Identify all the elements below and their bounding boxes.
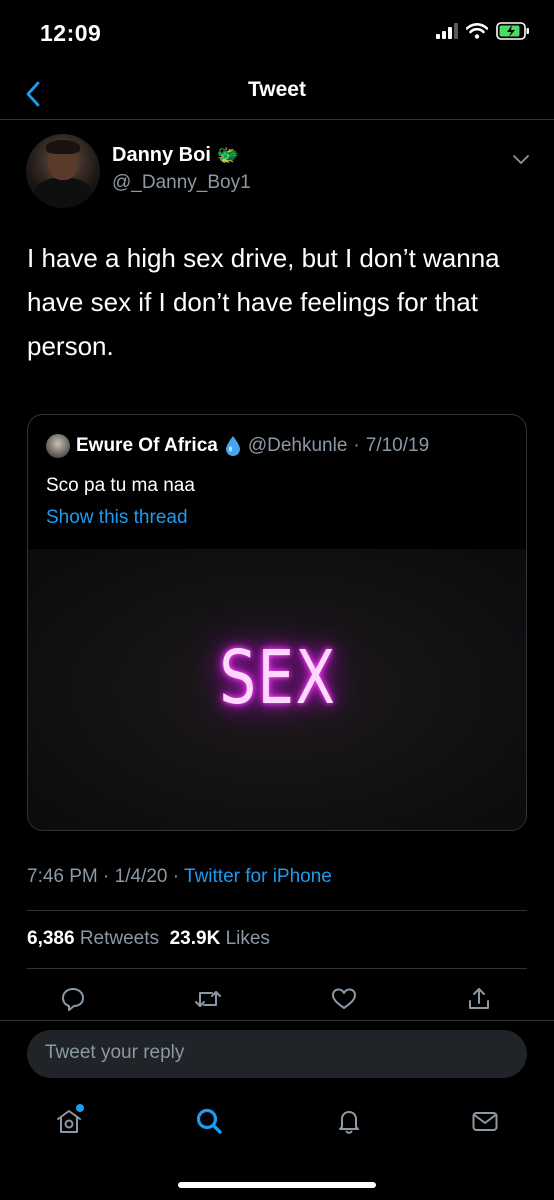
quoted-media-image[interactable]: SEX	[28, 549, 526, 830]
tab-search[interactable]	[192, 1104, 226, 1138]
quoted-author-name: Ewure Of Africa	[76, 435, 218, 456]
navigation-header: Tweet	[0, 68, 554, 120]
share-button[interactable]	[464, 984, 494, 1014]
avatar[interactable]	[26, 134, 100, 208]
retweets-label: Retweets	[79, 928, 160, 949]
tweet-date: 1/4/20	[114, 866, 168, 887]
divider	[27, 910, 527, 911]
chevron-down-icon	[513, 155, 529, 164]
tweet-text: I have a high sex drive, but I don’t wan…	[27, 243, 500, 361]
page-title: Tweet	[248, 78, 306, 101]
meta-separator: ·	[172, 866, 185, 887]
tweet-meta: 7:46 PM · 1/4/20 · Twitter for iPhone	[27, 866, 332, 888]
quoted-separator: ·	[353, 435, 360, 456]
likes-count: 23.9K	[169, 928, 221, 949]
reply-placeholder: Tweet your reply	[45, 1042, 185, 1063]
author-name-text: Danny Boi	[112, 144, 211, 166]
retweet-button[interactable]	[193, 984, 223, 1014]
quoted-author-handle: @Dehkunle	[247, 435, 348, 456]
droplet-icon	[225, 436, 240, 456]
divider	[27, 968, 527, 969]
author-handle[interactable]: @_Danny_Boy1	[112, 172, 251, 194]
home-indicator[interactable]	[178, 1182, 376, 1188]
like-button[interactable]	[329, 984, 359, 1014]
divider	[0, 1020, 554, 1021]
battery-charging-icon	[496, 22, 529, 40]
neon-sign-text: SEX	[219, 635, 337, 721]
share-icon	[468, 988, 489, 1009]
messages-icon	[472, 1112, 498, 1131]
notifications-icon	[339, 1111, 359, 1134]
tweet-actions	[58, 984, 494, 1014]
quoted-avatar	[46, 434, 70, 458]
show-thread-link[interactable]: Show this thread	[46, 507, 188, 529]
quoted-tweet-header: Ewure Of Africa @Dehkunle · 7/10/19	[46, 433, 516, 459]
tab-bar	[0, 1098, 554, 1148]
tweet-source-link[interactable]: Twitter for iPhone	[184, 866, 332, 887]
search-icon	[196, 1108, 222, 1134]
retweets-count: 6,386	[27, 928, 75, 949]
reply-button[interactable]	[58, 984, 88, 1014]
quoted-tweet-text: Sco pa tu ma naa	[46, 475, 195, 496]
retweet-icon	[195, 991, 222, 1007]
tab-home[interactable]	[52, 1104, 86, 1138]
like-icon	[331, 988, 356, 1009]
more-options-button[interactable]	[510, 148, 532, 170]
author-name[interactable]: Danny Boi 🐲	[112, 144, 239, 167]
tab-notifications[interactable]	[332, 1104, 366, 1138]
signal-icon	[436, 23, 458, 39]
quoted-tweet-card[interactable]: Ewure Of Africa @Dehkunle · 7/10/19 Sco …	[27, 414, 527, 831]
status-bar: 12:09	[0, 0, 554, 70]
status-time: 12:09	[40, 20, 102, 46]
tweet-time: 7:46 PM	[27, 866, 98, 887]
likes-label: Likes	[225, 928, 270, 949]
likes-stat[interactable]: 23.9K Likes	[170, 928, 270, 949]
meta-separator: ·	[103, 866, 115, 887]
dragon-emoji-icon: 🐲	[216, 145, 240, 165]
tab-messages[interactable]	[468, 1104, 502, 1138]
reply-input[interactable]: Tweet your reply	[27, 1030, 527, 1078]
tweet-author: Danny Boi 🐲 @_Danny_Boy1	[26, 134, 534, 210]
status-icons	[436, 22, 530, 40]
reply-icon	[62, 988, 84, 1011]
quoted-date: 7/10/19	[365, 435, 430, 456]
wifi-icon	[466, 23, 488, 39]
retweets-stat[interactable]: 6,386 Retweets	[27, 928, 159, 949]
new-content-dot	[76, 1104, 84, 1112]
tweet-stats: 6,386 Retweets 23.9K Likes	[27, 928, 270, 950]
